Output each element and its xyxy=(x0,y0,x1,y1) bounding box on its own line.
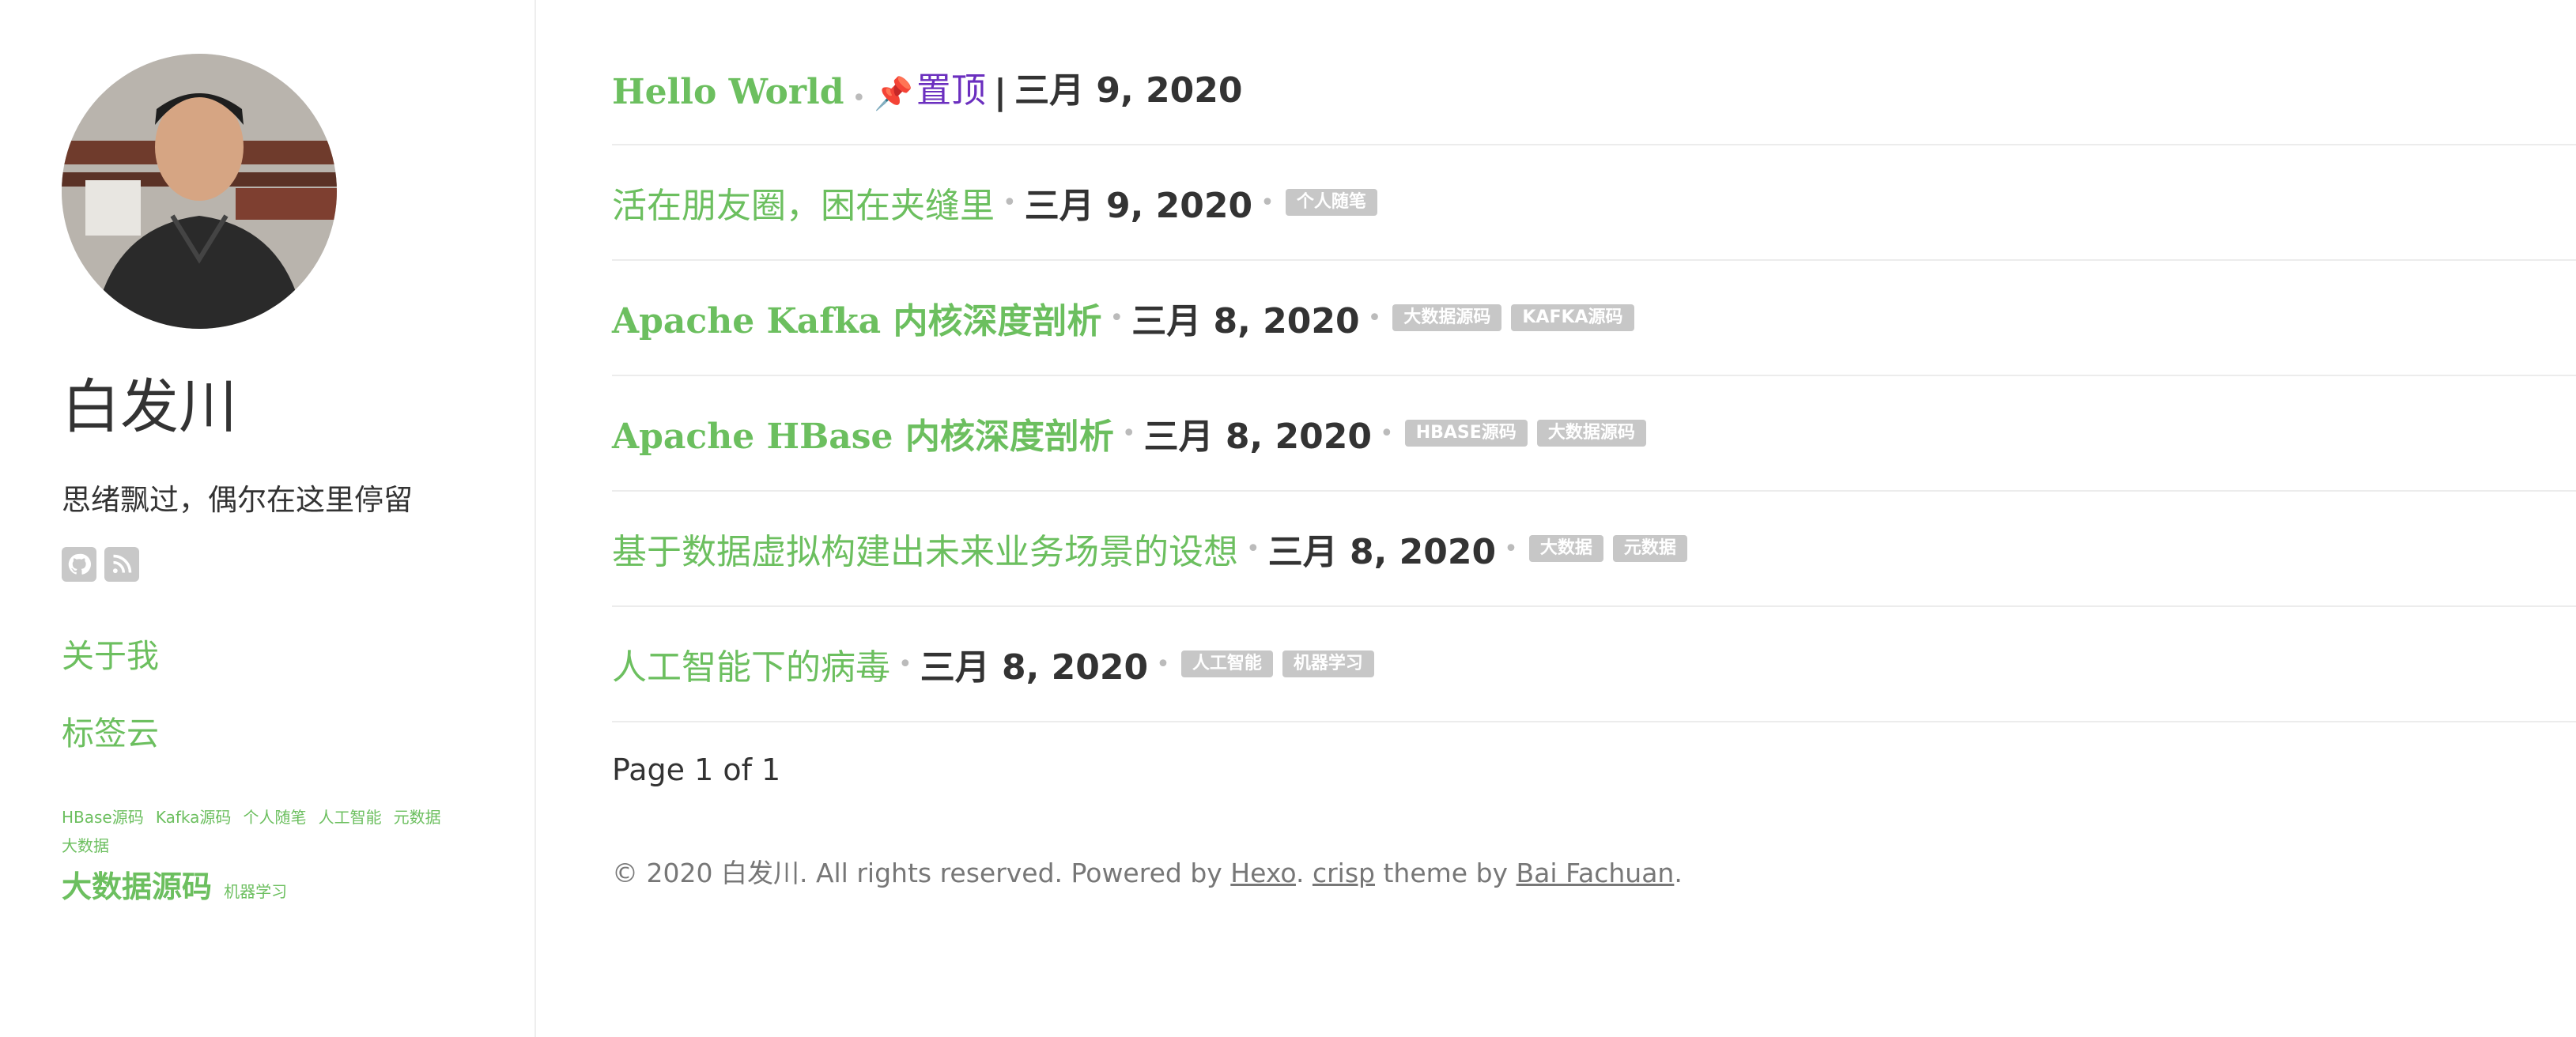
list-item: Apache HBase 内核深度剖析 • 三月 8, 2020 • HBASE… xyxy=(612,376,2576,492)
separator: • xyxy=(1121,419,1136,447)
tagcloud-item-metadata[interactable]: 元数据 xyxy=(394,808,441,827)
post-date: 三月 9, 2020 xyxy=(1024,186,1253,226)
tagcloud-item-bigdata[interactable]: 大数据 xyxy=(62,836,109,855)
post-title[interactable]: Apache Kafka 内核深度剖析 xyxy=(612,292,1102,343)
list-item: 人工智能下的病毒 • 三月 8, 2020 • 人工智能 机器学习 xyxy=(612,607,2576,722)
footer-copyright: © 2020 白发川. All rights reserved. Powered… xyxy=(612,858,1231,888)
hexo-link[interactable]: Hexo xyxy=(1230,858,1296,888)
list-item: Hello World • 📌 置顶 | 三月 9, 2020 xyxy=(612,0,2576,145)
footer: © 2020 白发川. All rights reserved. Powered… xyxy=(612,852,1683,890)
post-tags: HBASE源码 大数据源码 xyxy=(1404,420,1646,447)
tag-badge[interactable]: 个人随笔 xyxy=(1285,189,1377,216)
post-tags: 个人随笔 xyxy=(1285,189,1377,216)
tag-badge[interactable]: 人工智能 xyxy=(1180,650,1273,677)
separator: • xyxy=(1109,304,1124,332)
separator: • xyxy=(1380,419,1394,447)
post-tags: 大数据源码 KAFKA源码 xyxy=(1392,304,1634,331)
footer-end: . xyxy=(1674,858,1683,888)
tag-badge[interactable]: HBASE源码 xyxy=(1404,420,1528,447)
tag-badge[interactable]: 大数据 xyxy=(1528,535,1603,562)
separator: • xyxy=(1367,304,1382,332)
tagcloud-item-kafka[interactable]: Kafka源码 xyxy=(156,808,232,827)
tagcloud-item-ai[interactable]: 人工智能 xyxy=(319,808,382,827)
post-title[interactable]: 活在朋友圈，困在夹缝里 xyxy=(612,177,995,228)
list-item: Apache Kafka 内核深度剖析 • 三月 8, 2020 • 大数据源码… xyxy=(612,261,2576,376)
site-description: 思绪飘过，偶尔在这里停留 xyxy=(62,483,413,517)
tagcloud-item-hbase[interactable]: HBase源码 xyxy=(62,808,144,827)
separator: • xyxy=(898,650,912,678)
post-tags: 人工智能 机器学习 xyxy=(1180,650,1374,677)
post-title[interactable]: 人工智能下的病毒 xyxy=(612,639,890,689)
crisp-link[interactable]: crisp xyxy=(1313,858,1375,888)
tag-badge[interactable]: 大数据源码 xyxy=(1536,420,1646,447)
post-date: 三月 8, 2020 xyxy=(920,647,1149,688)
pagination: Page 1 of 1 xyxy=(612,752,781,787)
separator: • xyxy=(1003,188,1017,217)
rss-icon[interactable] xyxy=(104,547,139,582)
tag-badge[interactable]: 元数据 xyxy=(1612,535,1687,562)
site-title[interactable]: 白发川 xyxy=(62,378,237,436)
author-link[interactable]: Bai Fachuan xyxy=(1517,858,1675,888)
tag-badge[interactable]: KAFKA源码 xyxy=(1511,304,1634,331)
avatar[interactable] xyxy=(62,54,337,329)
nav-about[interactable]: 关于我 xyxy=(62,640,159,673)
footer-theme-by: theme by xyxy=(1374,858,1517,888)
posts: Hello World • 📌 置顶 | 三月 9, 2020 活在朋友圈，困在… xyxy=(612,0,2576,722)
list-item: 基于数据虚拟构建出未来业务场景的设想 • 三月 8, 2020 • 大数据 元数… xyxy=(612,492,2576,607)
separator: • xyxy=(1246,534,1260,563)
separator: • xyxy=(1156,650,1170,678)
post-title[interactable]: Apache HBase 内核深度剖析 xyxy=(612,408,1114,458)
github-icon[interactable] xyxy=(62,547,96,582)
list-item: 活在朋友圈，困在夹缝里 • 三月 9, 2020 • 个人随笔 xyxy=(612,145,2576,261)
post-date: 三月 8, 2020 xyxy=(1267,532,1497,572)
tag-cloud: HBase源码 Kafka源码 个人随笔 人工智能 元数据 大数据 大数据源码 … xyxy=(62,803,504,914)
sidebar: 白发川 思绪飘过，偶尔在这里停留 关于我 标签云 HBase源码 Kafka源码… xyxy=(0,0,536,1037)
post-list: Hello World • 📌 置顶 | 三月 9, 2020 活在朋友圈，困在… xyxy=(612,0,2576,888)
post-title[interactable]: Hello World xyxy=(612,72,844,112)
post-tags: 大数据 元数据 xyxy=(1528,535,1687,562)
nav-tagcloud[interactable]: 标签云 xyxy=(62,718,159,750)
footer-dot: . xyxy=(1295,858,1313,888)
divider: | xyxy=(994,72,1007,112)
post-title[interactable]: 基于数据虚拟构建出未来业务场景的设想 xyxy=(612,523,1238,574)
separator: • xyxy=(1504,534,1518,563)
pinned-label: 置顶 xyxy=(916,70,987,111)
social-links xyxy=(62,547,139,582)
tag-badge[interactable]: 大数据源码 xyxy=(1392,304,1502,331)
tagcloud-item-ml[interactable]: 机器学习 xyxy=(224,882,287,901)
tag-badge[interactable]: 机器学习 xyxy=(1282,650,1374,677)
post-date: 三月 8, 2020 xyxy=(1131,301,1360,341)
separator: • xyxy=(852,85,867,112)
post-date: 三月 9, 2020 xyxy=(1014,70,1243,111)
tagcloud-item-bigdata-source[interactable]: 大数据源码 xyxy=(62,869,212,904)
post-date: 三月 8, 2020 xyxy=(1143,417,1373,457)
pin-icon: 📌 xyxy=(874,76,914,112)
tagcloud-item-personal[interactable]: 个人随笔 xyxy=(243,808,306,827)
separator: • xyxy=(1260,188,1275,217)
